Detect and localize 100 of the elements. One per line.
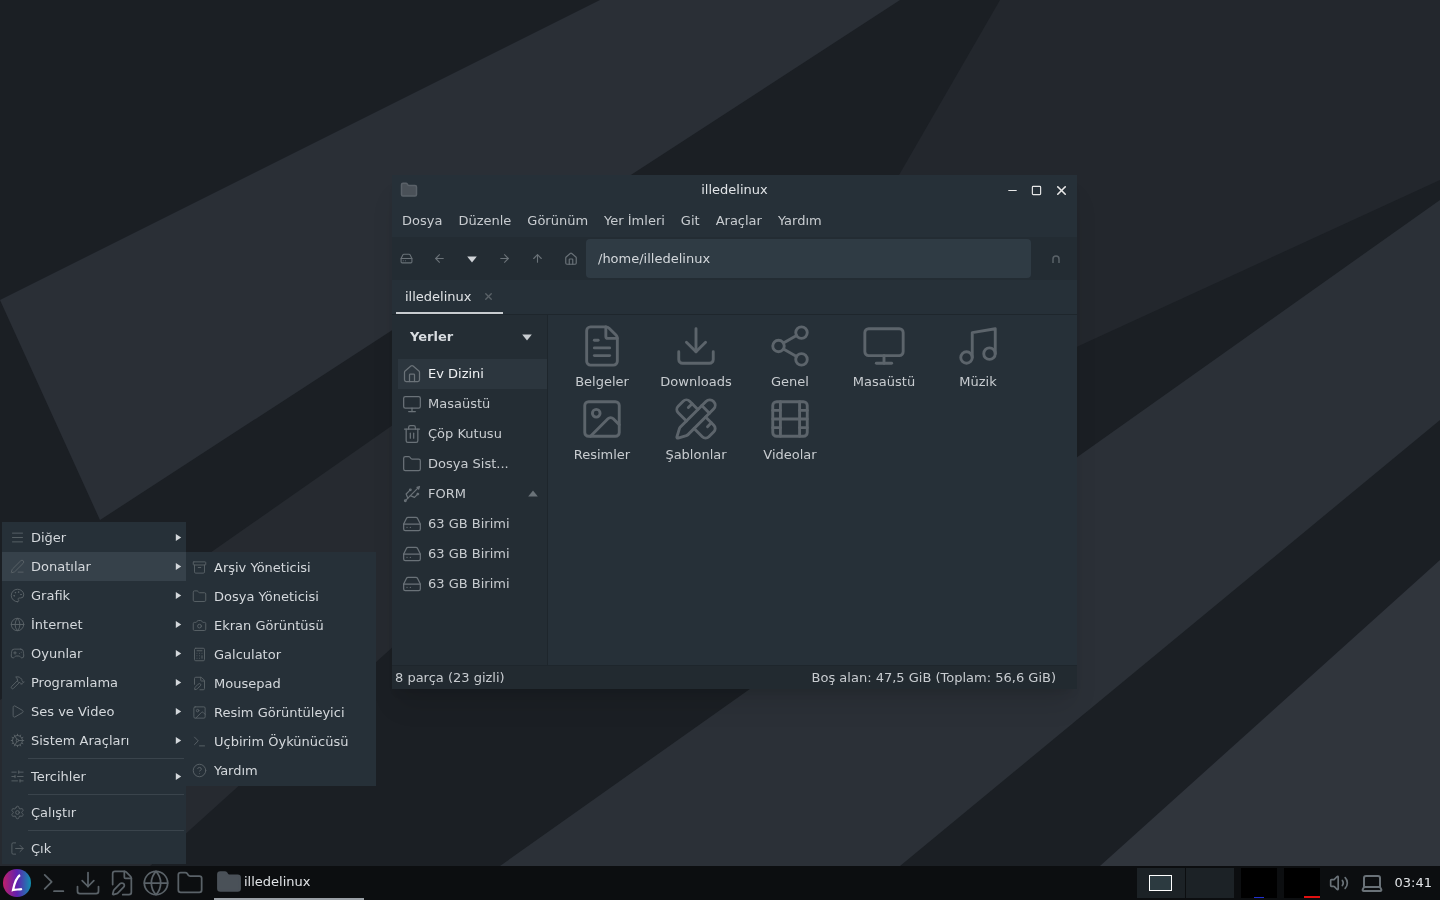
window-title: illedelinux bbox=[701, 181, 768, 200]
folder-icon bbox=[400, 181, 418, 199]
archive-icon bbox=[192, 560, 207, 575]
folder-icon bbox=[192, 589, 207, 604]
menu-item[interactable]: Yardım bbox=[777, 211, 822, 231]
monitor-icon bbox=[402, 394, 422, 414]
menu-item[interactable]: Galculator bbox=[186, 640, 376, 669]
cpu-graph bbox=[1240, 868, 1277, 898]
menu-icon bbox=[10, 530, 25, 545]
menu-item[interactable]: Oyunlar bbox=[2, 639, 186, 668]
folder-icon bbox=[216, 869, 242, 895]
menu-item[interactable]: Donatılar bbox=[2, 552, 186, 581]
menu-item[interactable]: Görünüm bbox=[527, 211, 589, 231]
menu-item[interactable]: Sistem Araçları bbox=[2, 726, 186, 755]
menu-item[interactable]: Dosya Yöneticisi bbox=[186, 582, 376, 611]
up-icon[interactable] bbox=[531, 252, 544, 265]
globe-icon bbox=[10, 617, 25, 632]
file-item[interactable]: Resimler bbox=[555, 396, 649, 469]
terminal-icon bbox=[192, 734, 207, 749]
menu-item[interactable]: Uçbirim Öykünücüsü bbox=[186, 727, 376, 756]
file-item[interactable]: Müzik bbox=[931, 323, 1025, 396]
menu-item[interactable]: Ses ve Video bbox=[2, 697, 186, 726]
hammer-icon bbox=[10, 675, 25, 690]
home-icon[interactable] bbox=[564, 251, 578, 266]
hard-drive-icon bbox=[402, 514, 422, 534]
menu-item[interactable]: Çık bbox=[2, 834, 186, 863]
calculator-icon bbox=[192, 647, 207, 662]
maximize-icon[interactable] bbox=[1031, 184, 1042, 196]
clock[interactable]: 03:41 bbox=[1394, 873, 1432, 893]
app-menu-logo[interactable] bbox=[2, 868, 32, 898]
path-field[interactable]: /home/illedelinux bbox=[586, 239, 1031, 278]
gamepad-icon bbox=[10, 646, 25, 661]
taskbar-task[interactable]: illedelinux bbox=[214, 866, 364, 900]
submenu-arrow-icon bbox=[174, 533, 183, 542]
menu-item[interactable]: Git bbox=[680, 211, 700, 231]
free-space-text: Boş alan: 47,5 GiB (Toplam: 56,6 GiB) bbox=[811, 668, 1056, 687]
file-item[interactable]: Downloads bbox=[649, 323, 743, 396]
menu-item[interactable]: Arşiv Yöneticisi bbox=[186, 553, 376, 582]
sidebar-item[interactable]: 63 GB Birimi bbox=[398, 569, 547, 599]
menu-item[interactable]: Ekran Görüntüsü bbox=[186, 611, 376, 640]
sidebar-item[interactable]: 63 GB Birimi bbox=[398, 539, 547, 569]
hard-drive-icon bbox=[402, 574, 422, 594]
back-icon[interactable] bbox=[433, 252, 446, 265]
hard-drive-icon bbox=[402, 544, 422, 564]
gear-icon bbox=[10, 805, 25, 820]
play-icon bbox=[10, 704, 25, 719]
menu-item[interactable]: Araçlar bbox=[715, 211, 762, 231]
text-editor-icon bbox=[192, 676, 207, 691]
gear-icon bbox=[10, 733, 25, 748]
menu-item[interactable]: Programlama bbox=[2, 668, 186, 697]
drive-icon[interactable] bbox=[400, 252, 413, 265]
menu-item[interactable]: Mousepad bbox=[186, 669, 376, 698]
sidebar-item[interactable]: FORM bbox=[398, 479, 547, 509]
pen-icon bbox=[10, 559, 25, 574]
palette-icon bbox=[10, 588, 25, 603]
volume-icon[interactable] bbox=[1328, 873, 1349, 893]
help-icon bbox=[192, 763, 207, 778]
sliders-icon bbox=[10, 769, 25, 784]
menu-item[interactable]: Resim Görüntüleyici bbox=[186, 698, 376, 727]
logout-icon bbox=[10, 841, 25, 856]
picture-icon bbox=[192, 705, 207, 720]
submenu-arrow-icon bbox=[174, 620, 183, 629]
camera-icon bbox=[192, 618, 207, 633]
submenu-arrow-icon bbox=[174, 772, 183, 781]
ruler-pencil-icon bbox=[673, 396, 719, 442]
folder-icon bbox=[402, 454, 422, 474]
status-text: 8 parça (23 gizli) bbox=[395, 668, 505, 687]
menu-item[interactable]: Çalıştır bbox=[2, 798, 186, 827]
file-item[interactable]: Şablonlar bbox=[649, 396, 743, 469]
submenu-arrow-icon bbox=[174, 649, 183, 658]
menu-item[interactable]: Diğer bbox=[2, 523, 186, 552]
trash-icon bbox=[402, 424, 422, 444]
file-item[interactable]: Masaüstü bbox=[837, 323, 931, 396]
sidebar-item[interactable]: Dosya Sist... bbox=[398, 449, 547, 479]
places-header[interactable]: Yerler bbox=[398, 327, 547, 347]
sidebar-item[interactable]: Çöp Kutusu bbox=[398, 419, 547, 449]
submenu-arrow-icon bbox=[174, 678, 183, 687]
submenu-arrow-icon bbox=[174, 736, 183, 745]
menu-item[interactable]: Yer İmleri bbox=[604, 211, 665, 231]
submenu-arrow-icon bbox=[174, 591, 183, 600]
menu-item[interactable]: Yardım bbox=[186, 756, 376, 785]
sidebar-item[interactable]: 63 GB Birimi bbox=[398, 509, 547, 539]
menu-item[interactable]: İnternet bbox=[2, 610, 186, 639]
download-icon[interactable] bbox=[74, 869, 102, 897]
home-icon bbox=[402, 364, 422, 384]
file-item[interactable]: Belgeler bbox=[555, 323, 649, 396]
globe-icon[interactable] bbox=[142, 869, 170, 897]
usb-icon bbox=[402, 484, 422, 504]
file-item[interactable]: Videolar bbox=[743, 396, 837, 469]
sidebar-item[interactable]: Ev Dizini bbox=[398, 359, 547, 389]
memory-graph bbox=[1283, 868, 1320, 898]
sidebar-item[interactable]: Masaüstü bbox=[398, 389, 547, 419]
menu-item[interactable]: Dosya bbox=[402, 211, 443, 231]
menu-item[interactable]: Düzenle bbox=[458, 211, 512, 231]
file-item[interactable]: Genel bbox=[743, 323, 837, 396]
arch-icon[interactable] bbox=[1051, 253, 1061, 264]
workspace-button[interactable] bbox=[1136, 868, 1185, 898]
forward-icon[interactable] bbox=[498, 252, 511, 265]
menu-item[interactable]: Tercihler bbox=[2, 762, 186, 791]
menu-item[interactable]: Grafik bbox=[2, 581, 186, 610]
